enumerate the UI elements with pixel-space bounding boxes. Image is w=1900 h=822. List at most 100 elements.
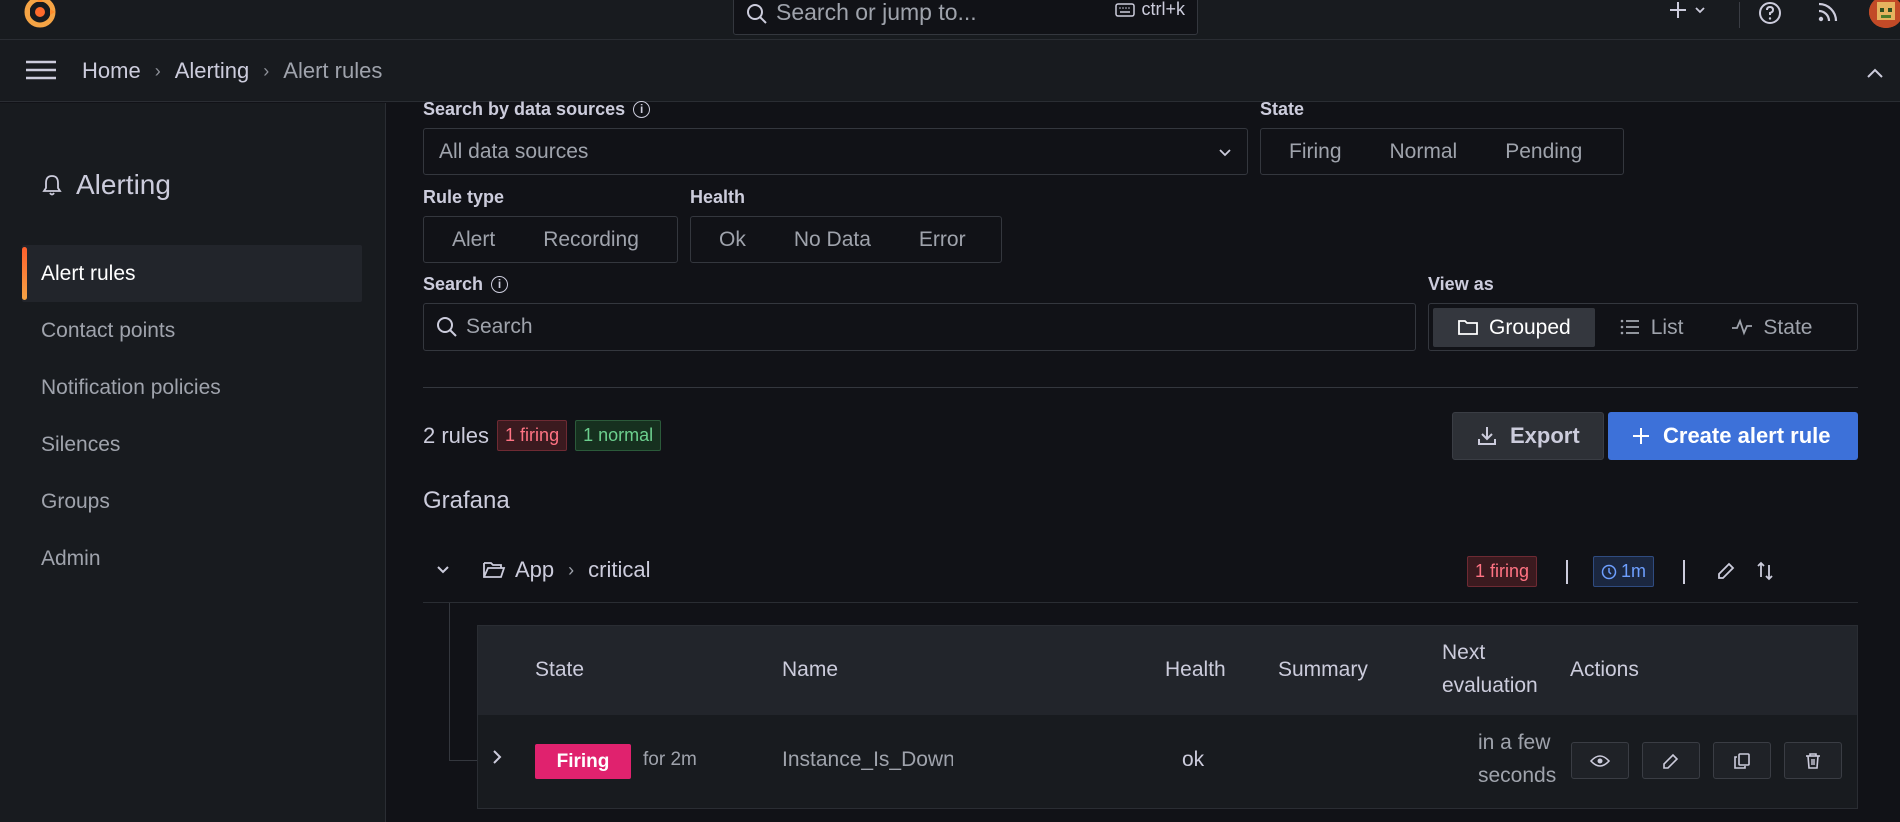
group-firing-badge: 1 firing <box>1467 556 1538 587</box>
rules-summary: 2 rules 1 firing 1 normal <box>423 420 662 451</box>
chevron-down-icon <box>1695 7 1705 14</box>
col-actions: Actions <box>1570 658 1639 681</box>
topbar-divider <box>1739 2 1740 28</box>
delete-rule-button[interactable] <box>1784 742 1842 779</box>
export-button[interactable]: Export <box>1452 412 1604 460</box>
view-as-toggle: Grouped List State <box>1428 303 1858 351</box>
health-option-ok[interactable]: Ok <box>695 220 770 259</box>
sidebar-item-contact-points[interactable]: Contact points <box>22 302 362 359</box>
view-as-label: View as <box>1428 274 1494 294</box>
col-health: Health <box>1165 658 1226 681</box>
copy-icon <box>1734 752 1750 769</box>
chevron-right-icon: › <box>568 559 575 580</box>
view-option-list[interactable]: List <box>1595 308 1708 347</box>
sidebar-item-groups[interactable]: Groups <box>22 473 362 530</box>
user-avatar[interactable] <box>1869 0 1900 28</box>
sidebar-item-admin[interactable]: Admin <box>22 530 362 587</box>
eye-icon <box>1590 754 1610 767</box>
download-icon <box>1478 427 1496 445</box>
rules-table: State Name Health Summary Next evaluatio… <box>477 625 1858 809</box>
view-option-grouped[interactable]: Grouped <box>1433 307 1595 347</box>
edit-icon <box>1663 753 1679 769</box>
col-state: State <box>535 658 585 681</box>
folder-name: App <box>515 557 555 582</box>
rule-group-row: App › critical 1 firing 1m <box>423 539 1858 603</box>
clock-icon <box>1601 564 1617 579</box>
rules-count: 2 rules <box>423 422 490 448</box>
plus-icon <box>1670 2 1686 18</box>
copy-rule-button[interactable] <box>1713 742 1771 779</box>
health-option-error[interactable]: Error <box>895 220 990 259</box>
bell-icon <box>42 175 62 196</box>
menu-toggle-icon[interactable] <box>26 60 56 86</box>
normal-count-badge: 1 normal <box>575 420 662 451</box>
datasource-select[interactable]: All data sources <box>423 128 1248 175</box>
chevron-up-icon[interactable] <box>1866 62 1884 85</box>
edit-rule-button[interactable] <box>1642 742 1700 779</box>
help-button[interactable] <box>1757 0 1783 32</box>
chevron-right-icon[interactable] <box>490 747 504 771</box>
section-divider <box>423 387 1858 388</box>
rules-search-input[interactable]: Search <box>423 303 1416 351</box>
grafana-logo-icon[interactable] <box>22 0 58 30</box>
separator <box>1566 560 1568 584</box>
next-evaluation-line1: in a few <box>1478 731 1551 754</box>
folder-open-icon <box>482 559 506 587</box>
breadcrumb-current: Alert rules <box>283 58 383 83</box>
view-rule-button[interactable] <box>1571 742 1629 779</box>
group-path: App › critical <box>515 557 651 583</box>
search-label: Search i <box>423 274 509 295</box>
separator <box>1683 560 1685 584</box>
state-option-normal[interactable]: Normal <box>1366 132 1482 171</box>
chevron-down-icon <box>1217 143 1233 166</box>
table-row: Firing for 2m Instance_Is_Down ok in a f… <box>478 715 1857 808</box>
breadcrumb: Home › Alerting › Alert rules <box>82 58 382 84</box>
keyboard-icon <box>1115 2 1136 17</box>
rss-icon <box>1818 2 1838 22</box>
info-icon[interactable]: i <box>633 101 651 118</box>
datasources-label: Search by data sources i <box>423 99 651 120</box>
group-name: critical <box>588 557 651 582</box>
rule-type-label: Rule type <box>423 187 505 207</box>
info-icon[interactable]: i <box>491 276 509 293</box>
rule-type-option-alert[interactable]: Alert <box>428 220 519 259</box>
search-icon <box>436 316 458 344</box>
sidebar-item-notification-policies[interactable]: Notification policies <box>22 359 362 416</box>
state-duration: for 2m <box>643 749 697 770</box>
chevron-down-icon[interactable] <box>435 561 451 584</box>
health-value: ok <box>1182 748 1205 771</box>
global-search-input[interactable]: Search or jump to... ctrl+k <box>733 0 1198 35</box>
health-filter: Ok No Data Error <box>690 216 1002 263</box>
help-icon <box>1759 2 1781 24</box>
sidebar-item-silences[interactable]: Silences <box>22 416 362 473</box>
rule-type-option-recording[interactable]: Recording <box>519 220 663 259</box>
state-label: State <box>1260 99 1305 119</box>
health-option-nodata[interactable]: No Data <box>770 220 895 259</box>
state-option-pending[interactable]: Pending <box>1481 132 1606 171</box>
state-filter: Firing Normal Pending <box>1260 128 1624 175</box>
chevron-right-icon: › <box>154 60 161 81</box>
rule-name[interactable]: Instance_Is_Down <box>782 748 953 772</box>
col-summary: Summary <box>1278 658 1368 681</box>
folder-icon <box>1458 320 1478 335</box>
global-search-placeholder: Search or jump to... <box>776 0 977 25</box>
new-menu-button[interactable] <box>1668 0 1706 20</box>
breadcrumb-home[interactable]: Home <box>82 58 141 84</box>
health-label: Health <box>690 187 746 207</box>
next-evaluation-line2: seconds <box>1478 764 1557 787</box>
evaluation-interval-badge: 1m <box>1593 556 1655 587</box>
edit-icon[interactable] <box>1716 561 1736 587</box>
sidebar-item-alert-rules[interactable]: Alert rules <box>22 245 362 302</box>
table-header: State Name Health Summary Next evaluatio… <box>478 626 1857 715</box>
state-option-firing[interactable]: Firing <box>1265 132 1366 171</box>
sidebar-title: Alerting <box>42 169 171 201</box>
breadcrumb-alerting[interactable]: Alerting <box>175 58 250 84</box>
state-badge: Firing <box>535 744 631 779</box>
top-bar: Search or jump to... ctrl+k <box>0 0 1900 40</box>
create-alert-rule-button[interactable]: Create alert rule <box>1608 412 1858 460</box>
sort-icon[interactable] <box>1756 561 1774 587</box>
sidebar: Alerting Alert rules Contact points Noti… <box>0 103 386 822</box>
view-option-state[interactable]: State <box>1707 308 1836 347</box>
col-next-evaluation-line2: evaluation <box>1442 674 1538 697</box>
news-button[interactable] <box>1816 0 1840 30</box>
